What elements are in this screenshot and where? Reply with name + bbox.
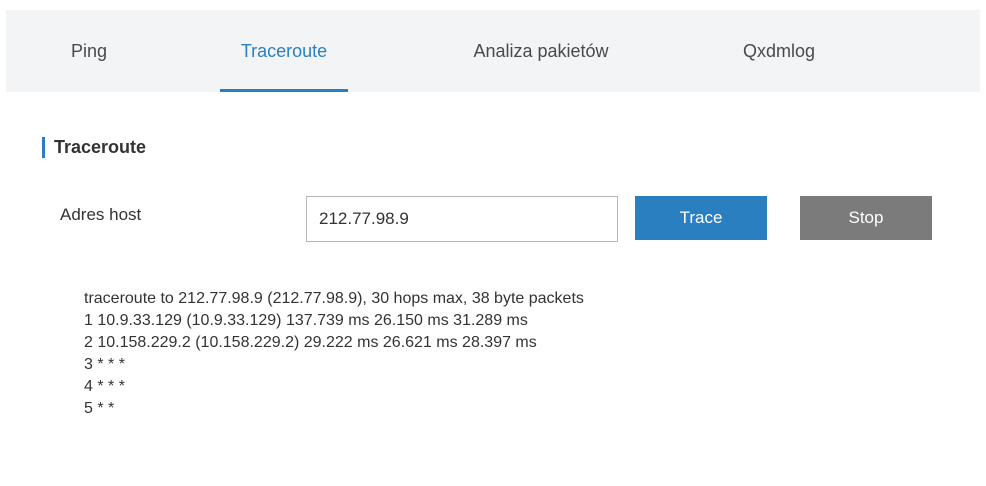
traceroute-output: traceroute to 212.77.98.9 (212.77.98.9),… bbox=[84, 288, 944, 420]
output-line: 3 * * * bbox=[84, 356, 125, 373]
output-line: traceroute to 212.77.98.9 (212.77.98.9),… bbox=[84, 290, 584, 307]
diagnostics-panel: Ping Traceroute Analiza pakietów Qxdmlog… bbox=[6, 10, 980, 474]
active-tab-underline bbox=[220, 89, 348, 92]
tab-qxdmlog-label: Qxdmlog bbox=[742, 41, 816, 61]
section-title: Traceroute bbox=[54, 137, 147, 157]
tab-ping-label: Ping bbox=[70, 41, 108, 61]
tab-ping[interactable]: Ping bbox=[50, 10, 128, 92]
host-label: Adres host bbox=[60, 205, 142, 224]
tab-bar: Ping Traceroute Analiza pakietów Qxdmlog bbox=[6, 10, 980, 92]
output-line: 4 * * * bbox=[84, 378, 125, 395]
output-line: 1 10.9.33.129 (10.9.33.129) 137.739 ms 2… bbox=[84, 312, 528, 329]
tab-traceroute[interactable]: Traceroute bbox=[220, 10, 348, 92]
tab-analiza-pakietow[interactable]: Analiza pakietów bbox=[441, 10, 641, 92]
stop-button[interactable]: Stop bbox=[800, 196, 932, 240]
host-input[interactable] bbox=[306, 196, 618, 242]
tab-traceroute-label: Traceroute bbox=[240, 41, 328, 61]
output-line: 2 10.158.229.2 (10.158.229.2) 29.222 ms … bbox=[84, 334, 537, 351]
tab-analiza-pakietow-label: Analiza pakietów bbox=[473, 41, 609, 61]
output-line: 5 * * bbox=[84, 400, 115, 417]
trace-button[interactable]: Trace bbox=[635, 196, 767, 240]
tab-qxdmlog[interactable]: Qxdmlog bbox=[719, 10, 839, 92]
section-title-marker bbox=[42, 137, 45, 158]
